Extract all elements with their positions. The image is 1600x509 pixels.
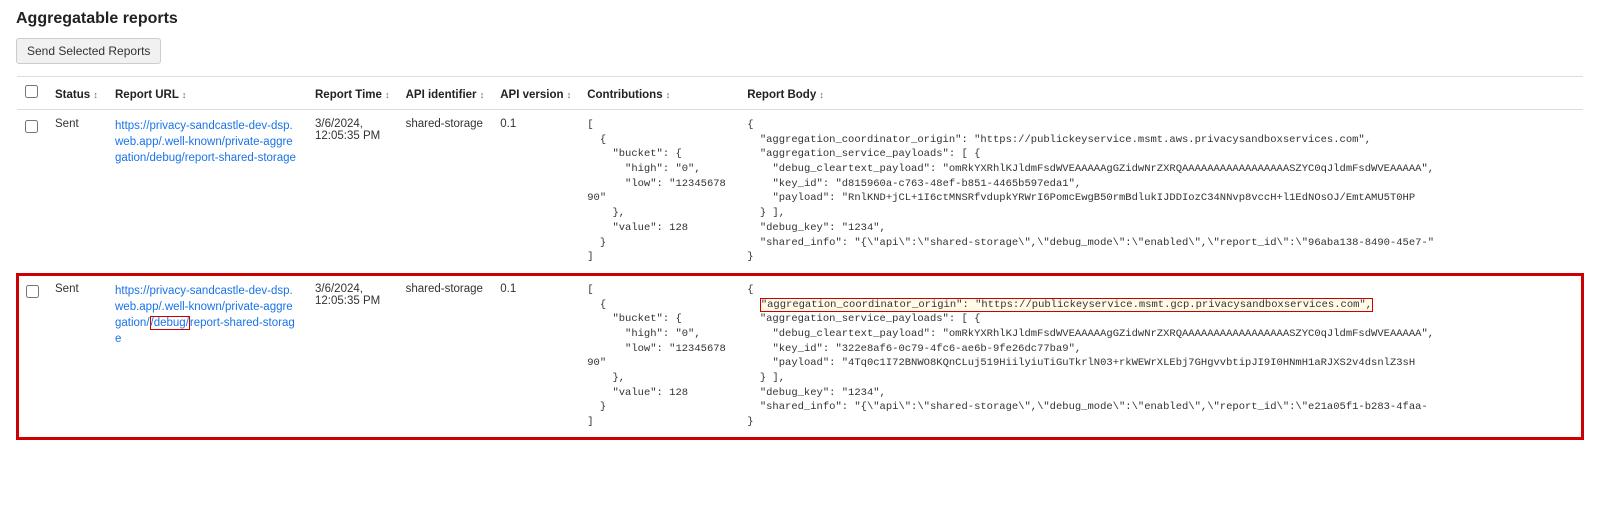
header-report-time[interactable]: Report Time ↕ [307, 77, 398, 110]
table-header-row: Status ↕ Report URL ↕ Report Time ↕ API … [17, 77, 1583, 110]
row2-report-time: 3/6/2024, 12:05:35 PM [307, 274, 398, 439]
row1-checkbox[interactable] [25, 120, 38, 133]
reports-table: Status ↕ Report URL ↕ Report Time ↕ API … [16, 76, 1584, 440]
row2-report-body: { "aggregation_coordinator_origin": "htt… [739, 274, 1583, 439]
header-status[interactable]: Status ↕ [47, 77, 107, 110]
header-report-url[interactable]: Report URL ↕ [107, 77, 307, 110]
header-api-version[interactable]: API version ↕ [492, 77, 579, 110]
table-row: Sent https://privacy-sandcastle-dev-dsp.… [17, 110, 1583, 274]
row1-url-link[interactable]: https://privacy-sandcastle-dev-dsp.web.a… [115, 120, 296, 164]
page-title: Aggregatable reports [16, 10, 1584, 28]
header-contributions[interactable]: Contributions ↕ [579, 77, 739, 110]
header-checkbox [17, 77, 47, 110]
row1-status: Sent [47, 110, 107, 274]
row1-report-url: https://privacy-sandcastle-dev-dsp.web.a… [107, 110, 307, 274]
api-id-sort-icon: ↕ [480, 90, 485, 100]
status-sort-icon: ↕ [93, 90, 98, 100]
table-row: Sent https://privacy-sandcastle-dev-dsp.… [17, 274, 1583, 439]
url-debug-highlight: /debug/ [150, 316, 190, 330]
contrib-sort-icon: ↕ [666, 90, 671, 100]
row1-checkbox-cell [17, 110, 47, 274]
row2-url-link[interactable]: https://privacy-sandcastle-dev-dsp.web.a… [115, 285, 295, 345]
row1-api-identifier: shared-storage [398, 110, 493, 274]
row2-body-text: { "aggregation_coordinator_origin": "htt… [747, 283, 1574, 430]
body-sort-icon: ↕ [819, 90, 824, 100]
row1-report-time: 3/6/2024, 12:05:35 PM [307, 110, 398, 274]
highlighted-body-line: "aggregation_coordinator_origin": "https… [760, 298, 1373, 312]
row1-api-version: 0.1 [492, 110, 579, 274]
url-sort-icon: ↕ [182, 90, 187, 100]
header-api-identifier[interactable]: API identifier ↕ [398, 77, 493, 110]
row1-report-body: { "aggregation_coordinator_origin": "htt… [739, 110, 1583, 274]
send-selected-reports-button[interactable]: Send Selected Reports [16, 38, 161, 64]
row2-api-identifier: shared-storage [398, 274, 493, 439]
api-ver-sort-icon: ↕ [567, 90, 572, 100]
row2-status: Sent [47, 274, 107, 439]
row2-api-version: 0.1 [492, 274, 579, 439]
select-all-checkbox[interactable] [25, 85, 38, 98]
header-report-body[interactable]: Report Body ↕ [739, 77, 1583, 110]
toolbar: Send Selected Reports [16, 38, 1584, 64]
row2-checkbox-cell [17, 274, 47, 439]
row1-contributions: [ { "bucket": { "high": "0", "low": "123… [579, 110, 739, 274]
row2-checkbox[interactable] [26, 285, 39, 298]
time-sort-icon: ↕ [385, 90, 390, 100]
table-wrapper: Status ↕ Report URL ↕ Report Time ↕ API … [16, 76, 1584, 440]
page-container: Aggregatable reports Send Selected Repor… [0, 0, 1600, 450]
row2-contributions: [ { "bucket": { "high": "0", "low": "123… [579, 274, 739, 439]
row2-report-url: https://privacy-sandcastle-dev-dsp.web.a… [107, 274, 307, 439]
